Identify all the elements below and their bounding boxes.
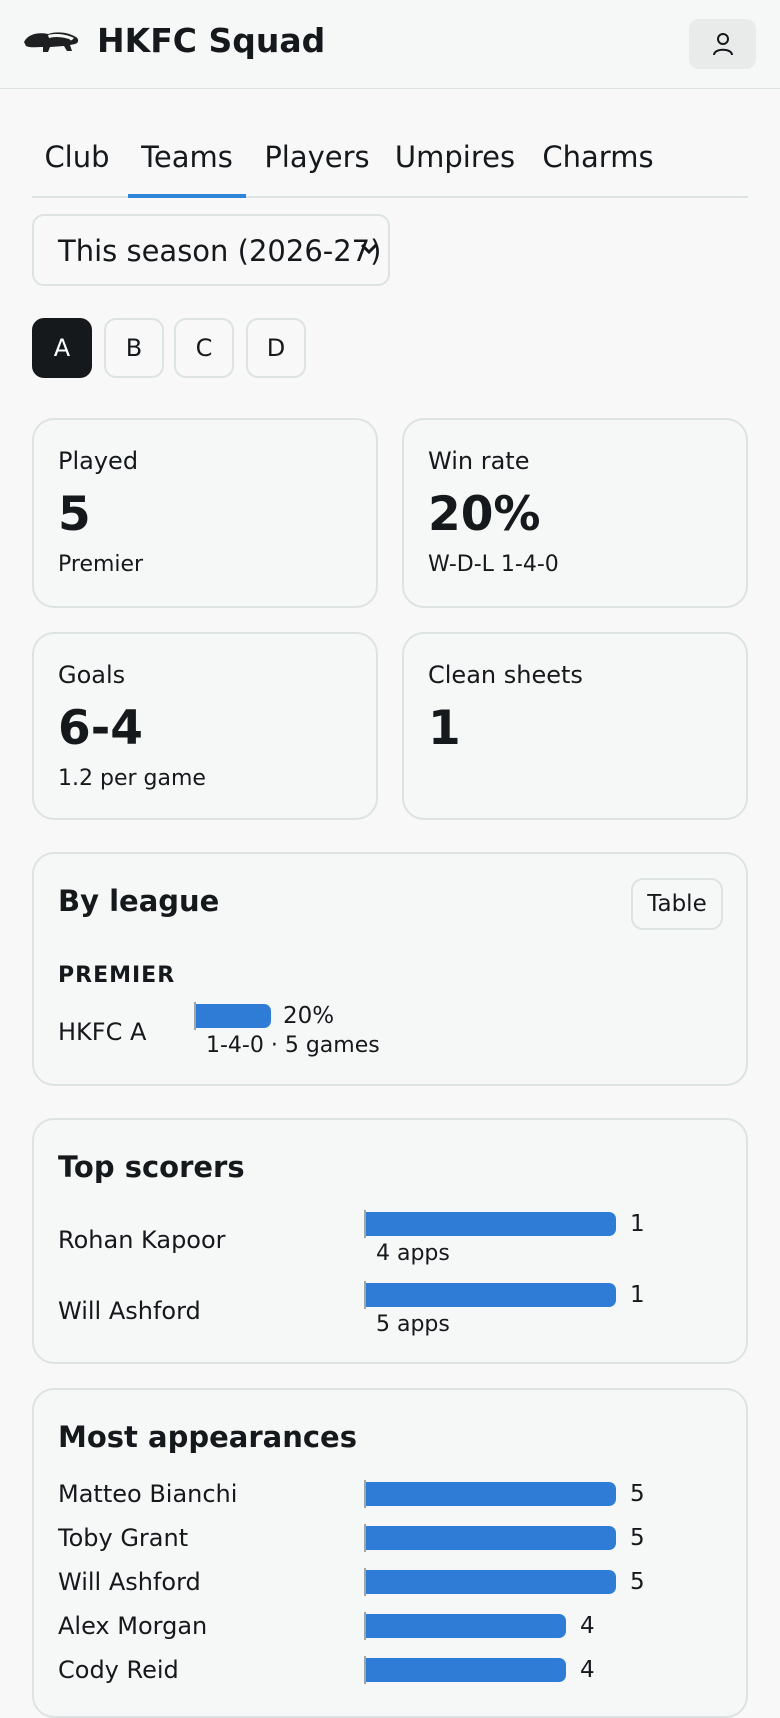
scorer-bar [366,1283,616,1307]
appearance-name: Will Ashford [58,1568,201,1596]
scorer-goals: 1 [630,1282,645,1308]
stat-card-played: Played 5 Premier [32,418,378,608]
team-button-b[interactable]: B [104,318,164,378]
top-scorers-card: Top scorers Rohan Kapoor 1 4 apps Will Ashf… [32,1118,748,1364]
appearance-bar [366,1658,566,1682]
stat-card-goals: Goals 6-4 1.2 per game [32,632,378,820]
season-select-value: This season (2026-27) [58,234,382,268]
by-league-card: By league Table PREMIER HKFC A 20% 1-4-0 … [32,852,748,1086]
stat-sub: 1.2 per game [58,766,206,791]
tab-teams[interactable]: Teams [128,130,246,198]
appearance-bar [366,1526,616,1550]
league-bar-sub: 1-4-0 · 5 games [206,1033,380,1058]
stat-value: 5 [58,487,91,542]
section-title: Most appearances [58,1420,357,1454]
appearance-bar [366,1482,616,1506]
scorer-name: Rohan Kapoor [58,1226,226,1254]
table-button[interactable]: Table [631,878,723,930]
stat-value: 6-4 [58,701,143,756]
scorer-goals: 1 [630,1211,645,1237]
tab-charms[interactable]: Charms [538,130,658,198]
appearance-name: Toby Grant [58,1524,189,1552]
appearance-count: 5 [630,1525,645,1551]
appearance-name: Alex Morgan [58,1612,208,1640]
season-select[interactable]: This season (2026-27) [32,214,390,286]
appearance-count: 5 [630,1481,645,1507]
league-bar [196,1004,271,1028]
stat-value: 20% [428,487,541,542]
tab-umpires[interactable]: Umpires [392,130,518,198]
user-icon [712,33,733,56]
team-button-c[interactable]: C [174,318,234,378]
chevron-down-icon [360,243,378,255]
tab-players[interactable]: Players [262,130,372,198]
app-title: HKFC Squad [97,21,326,60]
stat-sub: Premier [58,552,144,577]
section-title: Top scorers [58,1150,245,1184]
stat-label: Clean sheets [428,661,583,689]
section-title: By league [58,884,220,918]
stat-label: Goals [58,661,126,689]
profile-button[interactable] [689,19,756,69]
stat-value: 1 [428,701,461,756]
league-bar-value: 20% [283,1003,335,1029]
appearance-count: 4 [580,1657,595,1683]
team-button-a[interactable]: A [32,318,92,378]
appearance-name: Matteo Bianchi [58,1480,238,1508]
badger-logo-icon [24,32,79,52]
appearance-name: Cody Reid [58,1656,179,1684]
scorer-name: Will Ashford [58,1297,201,1325]
app-header: HKFC Squad [0,0,780,89]
team-button-d[interactable]: D [246,318,306,378]
stat-label: Played [58,447,139,475]
stat-sub: W-D-L 1-4-0 [428,552,559,577]
appearance-bar [366,1570,616,1594]
scorer-bar [366,1212,616,1236]
appearance-count: 4 [580,1613,595,1639]
league-team-name: HKFC A [58,1018,147,1046]
most-appearances-card: Most appearances Matteo Bianchi 5 Toby Gra… [32,1388,748,1718]
stat-card-clean-sheets: Clean sheets 1 [402,632,748,820]
stat-label: Win rate [428,447,530,475]
scorer-apps: 5 apps [376,1312,450,1337]
main-tabs: Club Teams Players Umpires Charms [32,130,748,198]
appearance-count: 5 [630,1569,645,1595]
appearance-bar [366,1614,566,1638]
scorer-apps: 4 apps [376,1241,450,1266]
stat-card-win-rate: Win rate 20% W-D-L 1-4-0 [402,418,748,608]
tab-club[interactable]: Club [32,130,122,198]
league-heading: PREMIER [58,963,176,988]
